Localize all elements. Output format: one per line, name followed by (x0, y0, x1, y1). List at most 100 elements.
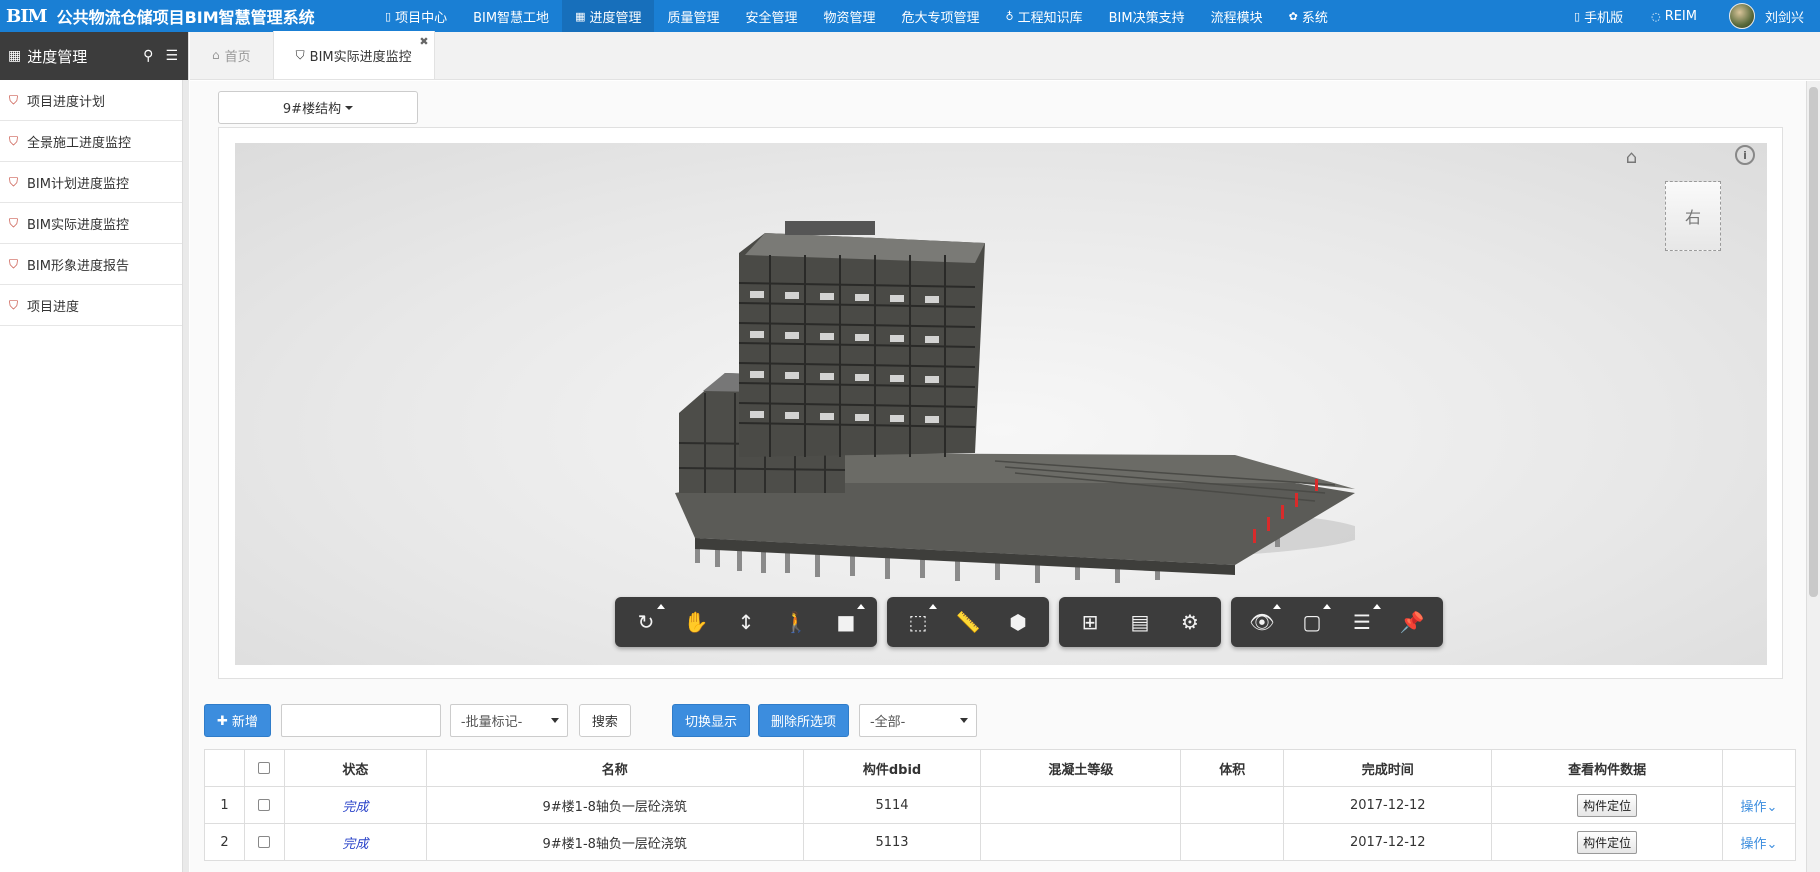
explode-icon[interactable]: ⬢ (993, 597, 1043, 647)
square-icon[interactable]: ▢ (1287, 597, 1337, 647)
col-dbid[interactable]: 构件dbid (802, 749, 982, 787)
sidebar-item-plan[interactable]: ⛉ 项目进度计划 (0, 80, 188, 121)
filter-label: -全部- (869, 715, 906, 730)
tab-label: BIM实际进度监控 (309, 49, 412, 65)
nav-item-decision[interactable]: BIM决策支持 (1096, 0, 1198, 32)
reim-label: REIM (1664, 8, 1697, 24)
sidebar-scrollbar[interactable] (182, 80, 189, 872)
nav-label: 系统 (1301, 10, 1328, 26)
add-button[interactable]: ✚ 新增 (204, 704, 271, 737)
col-date[interactable]: 完成时间 (1283, 749, 1493, 787)
user-menu[interactable]: 刘剑兴 (1711, 0, 1820, 32)
properties-icon[interactable]: ▤ (1115, 597, 1165, 647)
nav-label: 安全管理 (745, 10, 798, 26)
batch-mark-select[interactable]: -批量标记- (449, 704, 568, 737)
filter-select[interactable]: -全部- (858, 704, 977, 737)
row-grade (980, 823, 1182, 861)
building-model (675, 221, 1355, 583)
orbit-icon[interactable]: ↻ (621, 597, 671, 647)
sidebar-item-bim-plan[interactable]: ⛉ BIM计划进度监控 (0, 162, 188, 203)
select-all-checkbox[interactable] (258, 762, 271, 774)
sidebar-item-bim-actual[interactable]: ⛉ BIM实际进度监控 (0, 203, 188, 244)
tab-bim-actual[interactable]: ⛉ BIM实际进度监控 ✖ (272, 31, 435, 79)
operation-dropdown[interactable]: 操作⌄ (1741, 837, 1778, 852)
row-status: 完成 (283, 786, 427, 824)
col-volume[interactable]: 体积 (1180, 749, 1285, 787)
sidebar-item-progress[interactable]: ⛉ 项目进度 (0, 285, 188, 326)
search-icon[interactable]: ⚲ (143, 48, 153, 64)
pin-icon[interactable]: 📌 (1387, 597, 1437, 647)
locate-component-button[interactable]: 构件定位 (1577, 793, 1638, 817)
close-icon[interactable]: ✖ (419, 35, 428, 48)
model-select[interactable]: 9#楼结构 (218, 91, 418, 124)
row-select[interactable] (243, 786, 285, 824)
reim-link[interactable]: ◌ REIM (1637, 0, 1711, 32)
toggle-display-button[interactable]: 切换显示 (671, 704, 750, 737)
col-grade[interactable]: 混凝土等级 (980, 749, 1182, 787)
zoom-icon[interactable]: ↕ (721, 597, 771, 647)
nav-item-progress[interactable]: ▦ 进度管理 (562, 0, 655, 32)
model-tree-icon[interactable]: ⊞ (1065, 597, 1115, 647)
mobile-link[interactable]: ▯ 手机版 (1560, 0, 1637, 32)
operation-dropdown[interactable]: 操作⌄ (1741, 800, 1778, 815)
sidebar: ▦ 进度管理 ⚲ ☰ ⛉ 项目进度计划 ⛉ 全景施工进度监控 ⛉ BIM计划进度监控 … (0, 32, 189, 872)
tab-home[interactable]: ⌂ 首页 (190, 31, 273, 79)
sidebar-item-label: 项目进度 (27, 299, 80, 315)
col-status[interactable]: 状态 (283, 749, 427, 787)
col-name[interactable]: 名称 (425, 749, 804, 787)
bim-viewer[interactable]: ⌂ i 右 ↻ ✋ ↕ 🚶 ■ ⬚ 📏 ⬢ ⊞ ▤ ⚙ 👁 ▢ ☰ 📌 (235, 143, 1767, 665)
nav-item-hazard[interactable]: 危大专项管理 (889, 0, 993, 32)
viewcube-face: 右 (1665, 181, 1721, 251)
col-select-all[interactable] (243, 749, 285, 787)
nav-item-workflow[interactable]: 流程模块 (1198, 0, 1276, 32)
row-checkbox[interactable] (258, 799, 271, 811)
bim-logo: BIM (6, 5, 48, 27)
operation-label: 操作 (1740, 836, 1767, 852)
scrollbar-thumb[interactable] (1809, 87, 1818, 597)
camera-icon[interactable]: ■ (821, 597, 871, 647)
eye-icon[interactable]: 👁 (1237, 597, 1287, 647)
row-name: 9#楼1-8轴负一层砼浇筑 (425, 823, 804, 861)
sidebar-item-label: 全景施工进度监控 (27, 135, 132, 151)
info-icon[interactable]: i (1735, 145, 1755, 165)
caret-down-icon (959, 718, 968, 723)
row-select[interactable] (243, 823, 285, 861)
locate-component-button[interactable]: 构件定位 (1577, 830, 1638, 854)
menu-icon[interactable]: ☰ (165, 48, 178, 64)
nav-item-quality[interactable]: 质量管理 (654, 0, 732, 32)
nav-item-project-center[interactable]: ▯ 项目中心 (372, 0, 460, 32)
model-select-label: 9#楼结构 (282, 102, 342, 117)
sidebar-item-bim-report[interactable]: ⛉ BIM形象进度报告 (0, 244, 188, 285)
search-button[interactable]: 搜索 (578, 704, 631, 737)
section-box-icon[interactable]: ⬚ (893, 597, 943, 647)
first-person-icon[interactable]: 🚶 (771, 597, 821, 647)
delete-selected-button[interactable]: 删除所选项 (757, 704, 849, 737)
pan-hand-icon[interactable]: ✋ (671, 597, 721, 647)
nav-item-materials[interactable]: 物资管理 (811, 0, 889, 32)
chevron-down-icon: ⌄ (1766, 836, 1778, 852)
measure-ruler-icon[interactable]: 📏 (943, 597, 993, 647)
search-button-label: 搜索 (591, 714, 618, 729)
settings-gear-icon[interactable]: ⚙ (1165, 597, 1215, 647)
sidebar-item-label: BIM形象进度报告 (27, 258, 129, 274)
top-navbar: BIM 公共物流仓储项目BIM智慧管理系统 ▯ 项目中心 BIM智慧工地 ▦ 进度管… (0, 0, 1820, 32)
sidebar-item-panorama[interactable]: ⛉ 全景施工进度监控 (0, 121, 188, 162)
search-input[interactable] (280, 704, 441, 737)
submenu-indicator (857, 604, 865, 609)
nav-item-system[interactable]: ✿ 系统 (1276, 0, 1341, 32)
row-checkbox[interactable] (258, 836, 271, 848)
nav-item-safety[interactable]: 安全管理 (733, 0, 811, 32)
nav-item-knowledge[interactable]: ♁ 工程知识库 (993, 0, 1096, 32)
row-date: 2017-12-12 (1283, 786, 1493, 824)
nav-item-smart-site[interactable]: BIM智慧工地 (460, 0, 562, 32)
submenu-indicator (1373, 604, 1381, 609)
table-row[interactable]: 2 完成 9#楼1-8轴负一层砼浇筑 5113 2017-12-12 构件定位 … (204, 823, 1796, 861)
viewcube[interactable]: 右 (1663, 177, 1723, 255)
bookmark-icon: ⛉ (9, 133, 19, 148)
submenu-indicator (1273, 604, 1281, 609)
main-scrollbar[interactable] (1806, 81, 1820, 872)
list-icon[interactable]: ☰ (1337, 597, 1387, 647)
brand[interactable]: BIM 公共物流仓储项目BIM智慧管理系统 (0, 0, 372, 32)
table-row[interactable]: 1 完成 9#楼1-8轴负一层砼浇筑 5114 2017-12-12 构件定位 … (204, 786, 1796, 824)
home-icon[interactable]: ⌂ (1626, 147, 1637, 168)
